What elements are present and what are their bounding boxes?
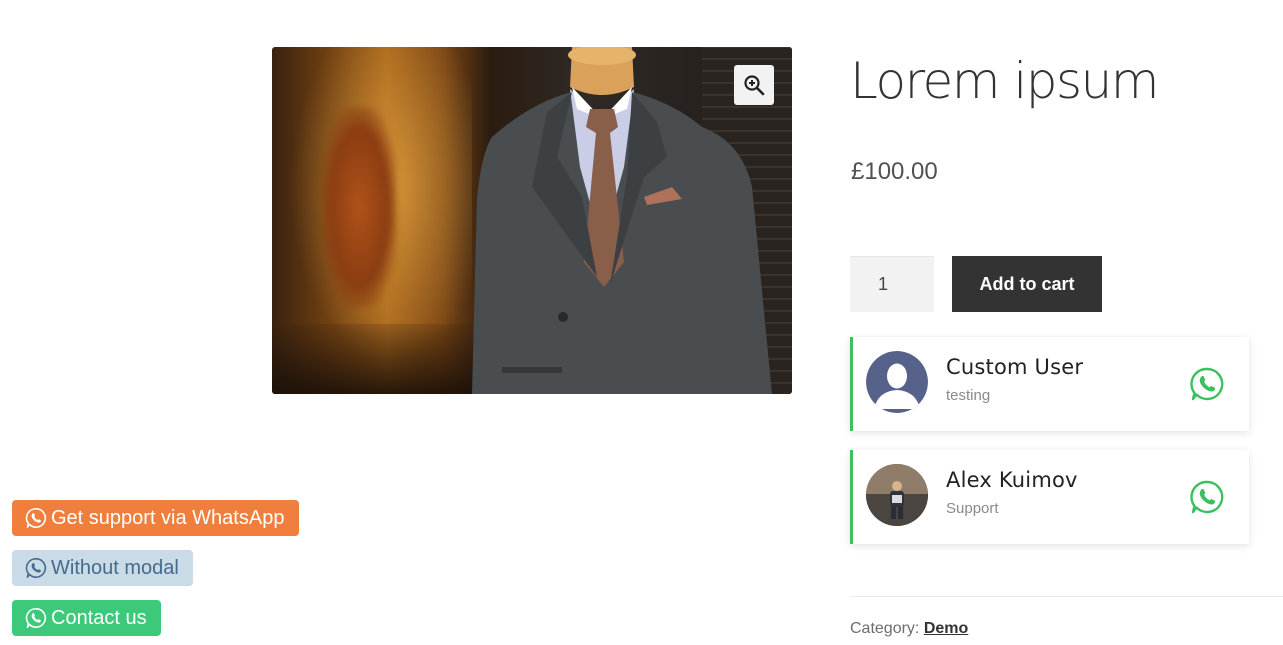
whatsapp-icon (25, 508, 47, 528)
photo-avatar (866, 464, 928, 526)
zoom-button[interactable] (734, 65, 774, 105)
whatsapp-without-modal-button[interactable]: Without modal (12, 550, 193, 586)
whatsapp-icon (25, 558, 47, 578)
whatsapp-icon (25, 608, 47, 628)
product-price: £100.00 (851, 158, 938, 185)
button-label: Contact us (51, 606, 147, 629)
suit-illustration (472, 47, 772, 394)
product-category: Category: Demo (850, 620, 968, 638)
add-to-cart-button[interactable]: Add to cart (952, 256, 1102, 312)
agent-name: Custom User (946, 355, 1084, 379)
agent-role: Support (946, 500, 999, 517)
category-label: Category: (850, 620, 920, 637)
agent-role: testing (946, 387, 991, 404)
default-avatar-icon (866, 351, 928, 413)
category-link[interactable]: Demo (924, 620, 968, 637)
quantity-input[interactable] (850, 256, 934, 312)
button-label: Without modal (51, 556, 179, 579)
whatsapp-contact-us-button[interactable]: Contact us (12, 600, 161, 636)
whatsapp-icon (1190, 367, 1224, 401)
whatsapp-support-button[interactable]: Get support via WhatsApp (12, 500, 299, 536)
agent-card-custom-user[interactable]: Custom User testing (850, 337, 1249, 431)
agent-card-alex-kuimov[interactable]: Alex Kuimov Support (850, 450, 1249, 544)
whatsapp-icon (1190, 480, 1224, 514)
agent-name: Alex Kuimov (946, 468, 1078, 492)
divider (850, 596, 1283, 597)
magnifier-plus-icon (744, 75, 765, 96)
button-label: Get support via WhatsApp (51, 506, 285, 529)
product-image[interactable] (272, 47, 792, 394)
product-title: Lorem ipsum (850, 52, 1159, 110)
